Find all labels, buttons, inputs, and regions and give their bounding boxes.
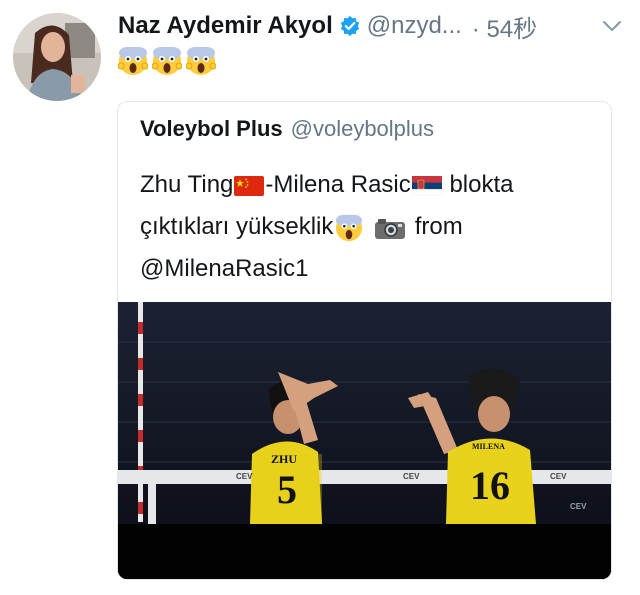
quoted-tweet-text: Zhu Ting -Milena Rasic blokta çıktıkları … bbox=[140, 164, 600, 290]
text-milena-rasic: -Milena Rasic bbox=[265, 171, 411, 198]
verified-badge-icon bbox=[339, 15, 361, 37]
net-banner-label-2: CEV bbox=[403, 472, 420, 481]
mention-link[interactable]: @MilenaRasic1 bbox=[140, 255, 308, 282]
quoted-text-line-2: çıktıkları yükseklik from bbox=[140, 206, 600, 248]
text-ciktiklari: çıktıkları yükseklik bbox=[140, 213, 334, 240]
scream-emoji-icon bbox=[152, 47, 182, 75]
scream-emoji-icon bbox=[118, 47, 148, 75]
text-zhu-ting: Zhu Ting bbox=[140, 171, 234, 198]
quoted-handle[interactable]: @voleybolplus bbox=[291, 116, 434, 142]
camera-emoji-icon bbox=[375, 218, 406, 239]
jersey-left-number: 5 bbox=[277, 467, 297, 512]
quoted-display-name[interactable]: Voleybol Plus bbox=[140, 116, 283, 142]
net-banner-label-3: CEV bbox=[550, 472, 567, 481]
tweet-photo[interactable]: CEV CEV CEV ZHU 5 MILENA 16 CEV bbox=[118, 302, 611, 579]
text-blokta: blokta bbox=[449, 171, 514, 198]
jersey-right-number: 16 bbox=[470, 463, 510, 508]
net-banner-label-1: CEV bbox=[236, 472, 253, 481]
jersey-right-name: MILENA bbox=[472, 442, 505, 451]
quoted-text-line-1: Zhu Ting -Milena Rasic blokta bbox=[140, 164, 600, 206]
scream-emoji-icon bbox=[336, 214, 363, 241]
quoted-tweet-card[interactable]: Voleybol Plus @voleybolplus Zhu Ting -Mil… bbox=[117, 101, 612, 580]
china-flag-icon bbox=[234, 175, 265, 196]
tweet-text-emoji bbox=[118, 46, 216, 76]
quoted-text-line-3: @MilenaRasic1 bbox=[140, 248, 600, 290]
quoted-tweet-header: Voleybol Plus @voleybolplus bbox=[140, 116, 434, 142]
scream-emoji-icon bbox=[186, 47, 216, 75]
author-display-name[interactable]: Naz Aydemir Akyol bbox=[118, 12, 333, 40]
tweet-header: Naz Aydemir Akyol @nzyd... · 54秒 bbox=[118, 9, 628, 44]
author-handle[interactable]: @nzyd... bbox=[367, 12, 462, 40]
text-from: from bbox=[414, 213, 463, 240]
author-avatar[interactable] bbox=[13, 13, 101, 101]
cev-logo: CEV bbox=[570, 502, 587, 511]
tweet-timestamp[interactable]: · 54秒 bbox=[472, 9, 537, 44]
serbia-flag-icon bbox=[411, 175, 442, 196]
jersey-left-name: ZHU bbox=[271, 452, 298, 466]
chevron-down-icon[interactable] bbox=[602, 19, 628, 33]
